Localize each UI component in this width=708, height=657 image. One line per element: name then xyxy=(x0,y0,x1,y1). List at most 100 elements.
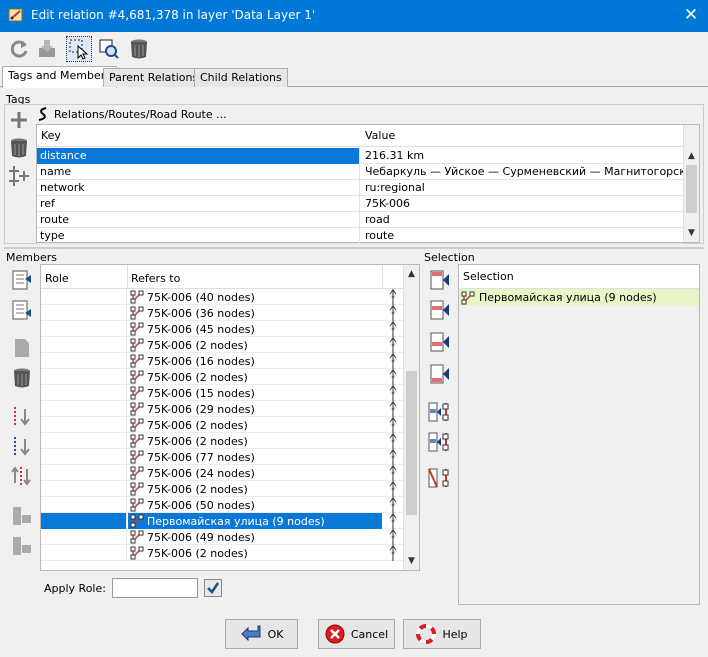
add-tag-button[interactable] xyxy=(7,108,31,132)
tags-scrollbar[interactable]: ▲ ▼ xyxy=(683,125,699,242)
add-before-selection-button[interactable] xyxy=(428,298,452,322)
member-reference[interactable]: 75K-006 (2 nodes) xyxy=(128,369,382,385)
tag-value[interactable]: 75K-006 xyxy=(361,196,683,212)
member-row[interactable]: 75K-006 (2 nodes) xyxy=(41,433,403,449)
refresh-button[interactable] xyxy=(6,36,32,62)
member-row[interactable]: 75K-006 (77 nodes) xyxy=(41,449,403,465)
tag-key[interactable]: name xyxy=(37,164,360,180)
member-role[interactable] xyxy=(41,513,127,529)
member-role[interactable] xyxy=(41,497,127,513)
member-role[interactable] xyxy=(41,289,127,305)
select-relation-button[interactable] xyxy=(66,36,92,62)
selection-row[interactable]: Первомайская улица (9 nodes) xyxy=(459,289,699,306)
member-reference[interactable]: 75K-006 (2 nodes) xyxy=(128,417,382,433)
edit-member-button[interactable] xyxy=(10,336,34,360)
member-row[interactable]: 75K-006 (36 nodes) xyxy=(41,305,403,321)
member-row[interactable]: Первомайская улица (9 nodes) xyxy=(41,513,403,529)
splitter[interactable] xyxy=(4,247,704,249)
remove-selected-button[interactable] xyxy=(428,466,452,490)
member-row[interactable]: 75K-006 (29 nodes) xyxy=(41,401,403,417)
reverse-members-button[interactable] xyxy=(10,464,34,488)
preset-link[interactable]: Relations/Routes/Road Route ... xyxy=(36,106,227,122)
close-window-button[interactable]: ✕ xyxy=(674,0,708,32)
member-role[interactable] xyxy=(41,321,127,337)
add-at-end-button[interactable] xyxy=(428,362,452,386)
add-at-start-button[interactable] xyxy=(428,268,452,292)
help-button[interactable]: Help xyxy=(403,619,481,649)
member-reference[interactable]: 75K-006 (2 nodes) xyxy=(128,433,382,449)
member-row[interactable]: 75K-006 (24 nodes) xyxy=(41,465,403,481)
member-row[interactable]: 75K-006 (2 nodes) xyxy=(41,417,403,433)
scrollbar-thumb[interactable] xyxy=(686,165,697,213)
member-row[interactable]: 75K-006 (50 nodes) xyxy=(41,497,403,513)
select-in-list-button[interactable] xyxy=(428,400,452,424)
cancel-button[interactable]: Cancel xyxy=(318,619,395,649)
member-reference[interactable]: 75K-006 (40 nodes) xyxy=(128,289,382,305)
scrollbar-thumb[interactable] xyxy=(406,371,417,515)
selection-column-header[interactable]: Selection xyxy=(459,265,699,289)
download-incomplete-button[interactable] xyxy=(10,504,34,528)
tag-row[interactable]: ref 75K-006 xyxy=(37,196,683,212)
member-reference[interactable]: Первомайская улица (9 nodes) xyxy=(128,513,382,529)
move-up-button[interactable] xyxy=(10,268,34,292)
tag-row[interactable]: type route xyxy=(37,228,683,244)
ok-button[interactable]: OK xyxy=(225,619,298,649)
delete-tag-button[interactable] xyxy=(7,136,31,160)
tag-key[interactable]: network xyxy=(37,180,360,196)
member-reference[interactable]: 75K-006 (77 nodes) xyxy=(128,449,382,465)
member-reference[interactable]: 75K-006 (49 nodes) xyxy=(128,529,382,545)
scroll-up-icon[interactable]: ▲ xyxy=(404,267,419,281)
add-after-selection-button[interactable] xyxy=(428,330,452,354)
member-role[interactable] xyxy=(41,465,127,481)
tag-value[interactable]: ru:regional xyxy=(361,180,683,196)
member-row[interactable]: 75K-006 (40 nodes) xyxy=(41,289,403,305)
remove-member-button[interactable] xyxy=(10,366,34,390)
scroll-down-icon[interactable]: ▼ xyxy=(404,554,419,568)
download-members-button[interactable] xyxy=(10,534,34,558)
tab-tags-and-members[interactable]: Tags and Members xyxy=(2,66,118,88)
tab-parent-relations[interactable]: Parent Relations xyxy=(103,68,205,87)
member-reference[interactable]: 75K-006 (24 nodes) xyxy=(128,465,382,481)
member-reference[interactable]: 75K-006 (15 nodes) xyxy=(128,385,382,401)
tag-value[interactable]: road xyxy=(361,212,683,228)
member-role[interactable] xyxy=(41,529,127,545)
sort-members-button[interactable] xyxy=(10,404,34,428)
member-role[interactable] xyxy=(41,481,127,497)
member-role[interactable] xyxy=(41,305,127,321)
tag-row[interactable]: route road xyxy=(37,212,683,228)
tag-value[interactable]: 216.31 km xyxy=(361,148,683,164)
member-role[interactable] xyxy=(41,449,127,465)
refers-to-column-header[interactable]: Refers to xyxy=(131,272,180,285)
member-reference[interactable]: 75K-006 (29 nodes) xyxy=(128,401,382,417)
tag-row[interactable]: name Чебаркуль — Уйское — Сурменевский —… xyxy=(37,164,683,180)
member-reference[interactable]: 75K-006 (45 nodes) xyxy=(128,321,382,337)
key-column-header[interactable]: Key xyxy=(41,129,61,142)
tag-value[interactable]: Чебаркуль — Уйское — Сурменевский — Магн… xyxy=(361,164,683,180)
member-reference[interactable]: 75K-006 (36 nodes) xyxy=(128,305,382,321)
delete-relation-button[interactable] xyxy=(126,36,152,62)
tag-key[interactable]: route xyxy=(37,212,360,228)
member-reference[interactable]: 75K-006 (2 nodes) xyxy=(128,481,382,497)
sort-below-button[interactable] xyxy=(10,434,34,458)
member-row[interactable]: 75K-006 (45 nodes) xyxy=(41,321,403,337)
members-scrollbar[interactable]: ▲ ▼ xyxy=(403,265,419,570)
zoom-to-relation-button[interactable] xyxy=(96,36,122,62)
scroll-down-icon[interactable]: ▼ xyxy=(684,226,699,240)
member-row[interactable]: 75K-006 (16 nodes) xyxy=(41,353,403,369)
member-row[interactable]: 75K-006 (2 nodes) xyxy=(41,481,403,497)
value-column-header[interactable]: Value xyxy=(365,129,395,142)
member-role[interactable] xyxy=(41,353,127,369)
tag-key[interactable]: distance xyxy=(37,148,360,164)
member-row[interactable]: 75K-006 (2 nodes) xyxy=(41,545,403,561)
tag-row[interactable]: distance 216.31 km xyxy=(37,148,683,164)
download-members-button[interactable] xyxy=(34,36,60,62)
member-row[interactable]: 75K-006 (15 nodes) xyxy=(41,385,403,401)
member-reference[interactable]: 75K-006 (2 nodes) xyxy=(128,337,382,353)
member-row[interactable]: 75K-006 (2 nodes) xyxy=(41,369,403,385)
scroll-up-icon[interactable]: ▲ xyxy=(684,149,699,163)
role-column-header[interactable]: Role xyxy=(45,272,69,285)
tag-row[interactable]: network ru:regional xyxy=(37,180,683,196)
member-reference[interactable]: 75K-006 (2 nodes) xyxy=(128,545,382,561)
role-input[interactable] xyxy=(111,578,198,598)
member-reference[interactable]: 75K-006 (16 nodes) xyxy=(128,353,382,369)
